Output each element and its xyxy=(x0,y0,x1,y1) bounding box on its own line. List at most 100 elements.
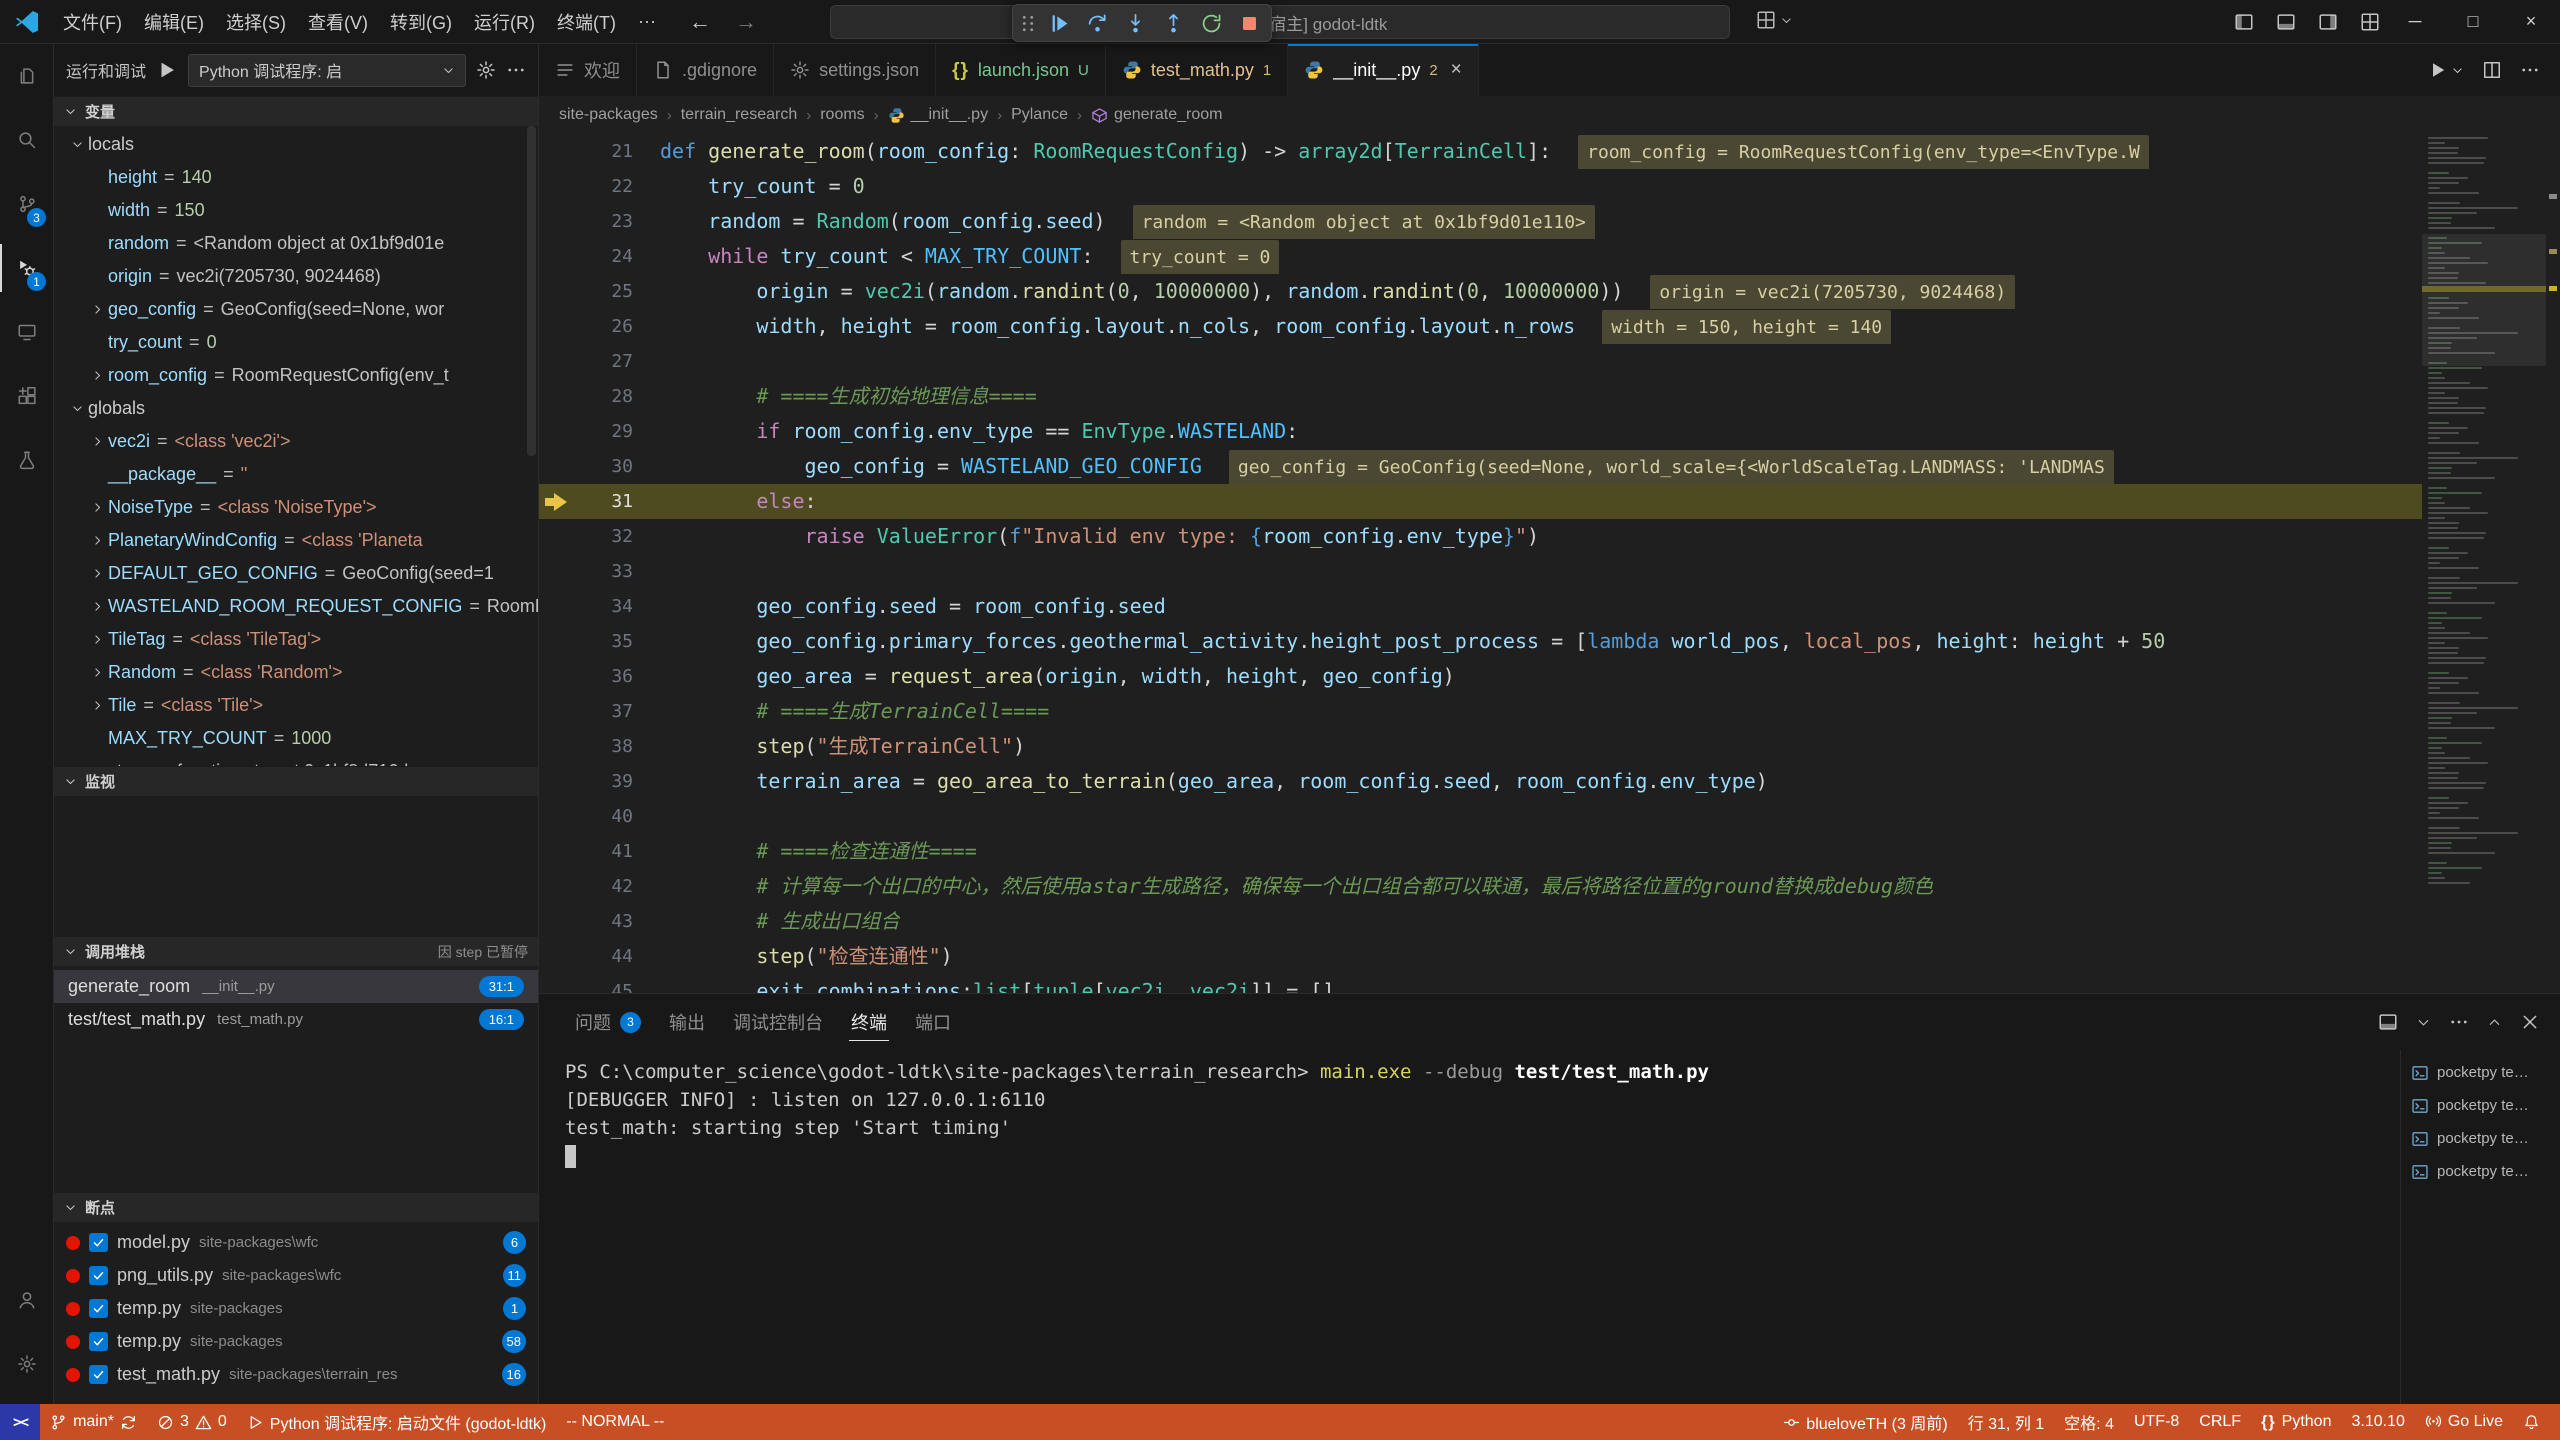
breadcrumb-item[interactable]: __init__.py xyxy=(888,106,988,124)
variable-row[interactable]: WASTELAND_ROOM_REQUEST_CONFIG=RoomR xyxy=(54,590,538,623)
menu-view[interactable]: 查看(V) xyxy=(297,0,379,43)
status-python-version[interactable]: 3.10.10 xyxy=(2341,1404,2414,1440)
multi-window-button[interactable] xyxy=(1756,10,1793,30)
tab-test-math-py[interactable]: test_math.py1 xyxy=(1106,44,1288,96)
debug-step-over-button[interactable] xyxy=(1079,7,1115,39)
callstack-section-header[interactable]: 调用堆栈 因 step 已暂停 xyxy=(54,936,538,966)
status-indentation[interactable]: 空格: 4 xyxy=(2054,1404,2124,1440)
split-editor-icon[interactable] xyxy=(2482,60,2502,80)
debug-step-into-button[interactable] xyxy=(1117,7,1153,39)
menu-more[interactable]: ··· xyxy=(627,0,667,43)
breakpoint-row[interactable]: temp.pysite-packages1 xyxy=(54,1292,538,1325)
status-go-live[interactable]: Go Live xyxy=(2415,1404,2513,1440)
breadcrumb-item[interactable]: site-packages xyxy=(559,106,658,124)
menu-goto[interactable]: 转到(G) xyxy=(379,0,463,43)
window-minimize-button[interactable]: ─ xyxy=(2386,0,2444,43)
code-line-31[interactable]: 31 else: xyxy=(539,484,2422,519)
breakpoint-row[interactable]: png_utils.pysite-packages\wfc11 xyxy=(54,1259,538,1292)
breakpoint-checkbox[interactable] xyxy=(89,1233,108,1252)
code-line-25[interactable]: 25 origin = vec2i(random.randint(0, 1000… xyxy=(539,274,2422,309)
variable-row[interactable]: Tile=<class 'Tile'> xyxy=(54,689,538,722)
variables-section-header[interactable]: 变量 xyxy=(54,96,538,126)
panel-tab-ports[interactable]: 端口 xyxy=(901,994,965,1050)
breakpoints-section-header[interactable]: 断点 xyxy=(54,1192,538,1222)
code-line-38[interactable]: 38 step("生成TerrainCell") xyxy=(539,729,2422,764)
code-line-44[interactable]: 44 step("检查连通性") xyxy=(539,939,2422,974)
minimap-slider[interactable] xyxy=(2422,234,2546,366)
panel-tab-debug-console[interactable]: 调试控制台 xyxy=(719,994,837,1050)
breakpoint-row[interactable]: test_math.pysite-packages\terrain_res16 xyxy=(54,1358,538,1391)
toggle-panel-icon[interactable] xyxy=(2276,12,2296,32)
debug-config-dropdown[interactable]: Python 调试程序: 启 xyxy=(188,54,466,87)
run-dropdown-icon[interactable] xyxy=(2451,64,2464,77)
variable-row[interactable]: MAX_TRY_COUNT=1000 xyxy=(54,722,538,755)
command-center[interactable]: [扩展开发宿主] godot-ldtk xyxy=(830,5,1730,39)
activity-explorer[interactable] xyxy=(0,44,53,108)
status-git-branch[interactable]: main* xyxy=(40,1404,147,1440)
status-cursor-position[interactable]: 行 31, 列 1 xyxy=(1958,1404,2054,1440)
terminal-instance[interactable]: pocketpy te… xyxy=(2401,1056,2560,1089)
navigate-forward-icon[interactable]: → xyxy=(735,9,757,35)
navigate-back-icon[interactable]: ← xyxy=(689,9,711,35)
run-python-file-icon[interactable] xyxy=(2428,60,2448,80)
window-maximize-button[interactable]: □ xyxy=(2444,0,2502,43)
tab-gdignore[interactable]: .gdignore xyxy=(637,44,774,96)
code-line-34[interactable]: 34 geo_config.seed = room_config.seed xyxy=(539,589,2422,624)
variable-row[interactable]: try_count=0 xyxy=(54,326,538,359)
panel-layout-icon[interactable] xyxy=(2378,1012,2398,1032)
variable-row[interactable]: origin=vec2i(7205730, 9024468) xyxy=(54,260,538,293)
code-line-41[interactable]: 41 # ====检查连通性==== xyxy=(539,834,2422,869)
variable-row[interactable]: stop=<function stop at 0x1bf8d716d xyxy=(54,755,538,766)
variables-scope-locals[interactable]: locals xyxy=(54,128,538,161)
variable-row[interactable]: geo_config=GeoConfig(seed=None, wor xyxy=(54,293,538,326)
activity-settings[interactable] xyxy=(0,1332,53,1396)
status-encoding[interactable]: UTF-8 xyxy=(2124,1404,2189,1440)
status-blame[interactable]: blueloveTH (3 周前) xyxy=(1773,1404,1957,1440)
code-line-26[interactable]: 26 width, height = room_config.layout.n_… xyxy=(539,309,2422,344)
menu-edit[interactable]: 编辑(E) xyxy=(133,0,215,43)
status-vim-mode[interactable]: -- NORMAL -- xyxy=(556,1404,674,1440)
debug-step-out-button[interactable] xyxy=(1155,7,1191,39)
terminal-instance[interactable]: pocketpy te… xyxy=(2401,1155,2560,1188)
variable-row[interactable]: TileTag=<class 'TileTag'> xyxy=(54,623,538,656)
code-line-30[interactable]: 30 geo_config = WASTELAND_GEO_CONFIGgeo_… xyxy=(539,449,2422,484)
panel-views-icon[interactable] xyxy=(2416,1015,2431,1030)
panel-maximize-icon[interactable] xyxy=(2487,1015,2502,1030)
code-line-45[interactable]: 45 exit_combinations:list[tuple[vec2i, v… xyxy=(539,974,2422,993)
debug-settings-gear-icon[interactable] xyxy=(476,60,496,80)
activity-remote-explorer[interactable] xyxy=(0,300,53,364)
breakpoint-checkbox[interactable] xyxy=(89,1266,108,1285)
toggle-primary-sidebar-icon[interactable] xyxy=(2234,12,2254,32)
status-debug-config[interactable]: Python 调试程序: 启动文件 (godot-ldtk) xyxy=(237,1404,557,1440)
code-editor[interactable]: 21def generate_room(room_config: RoomReq… xyxy=(539,134,2560,993)
variable-row[interactable]: vec2i=<class 'vec2i'> xyxy=(54,425,538,458)
activity-source-control[interactable]: 3 xyxy=(0,172,53,236)
breadcrumb-item[interactable]: Pylance xyxy=(1011,106,1068,124)
breakpoint-row[interactable]: model.pysite-packages\wfc6 xyxy=(54,1226,538,1259)
breadcrumb-item[interactable]: terrain_research xyxy=(681,106,798,124)
breadcrumb-item[interactable]: rooms xyxy=(820,106,864,124)
code-line-24[interactable]: 24 while try_count < MAX_TRY_COUNT:try_c… xyxy=(539,239,2422,274)
variables-scope-globals[interactable]: globals xyxy=(54,392,538,425)
sidebar-scrollbar[interactable] xyxy=(527,126,536,456)
panel-tab-terminal[interactable]: 终端 xyxy=(837,994,901,1050)
activity-accounts[interactable] xyxy=(0,1268,53,1332)
panel-close-icon[interactable] xyxy=(2520,1012,2540,1032)
panel-tab-problems[interactable]: 问题3 xyxy=(561,994,655,1050)
code-line-39[interactable]: 39 terrain_area = geo_area_to_terrain(ge… xyxy=(539,764,2422,799)
menu-run[interactable]: 运行(R) xyxy=(463,0,546,43)
customize-layout-icon[interactable] xyxy=(2360,12,2380,32)
terminal-output[interactable]: PS C:\computer_science\godot-ldtk\site-p… xyxy=(539,1050,2400,1404)
debug-continue-button[interactable] xyxy=(1041,7,1077,39)
code-line-35[interactable]: 35 geo_config.primary_forces.geothermal_… xyxy=(539,624,2422,659)
code-line-33[interactable]: 33 xyxy=(539,554,2422,589)
remote-indicator[interactable]: >< xyxy=(0,1404,40,1440)
activity-run-and-debug[interactable]: 1 xyxy=(0,236,53,300)
variable-row[interactable]: width=150 xyxy=(54,194,538,227)
tab-welcome[interactable]: 欢迎 xyxy=(539,44,637,96)
close-tab-icon[interactable]: × xyxy=(1451,59,1462,81)
code-line-22[interactable]: 22 try_count = 0 xyxy=(539,169,2422,204)
tab-settings-json[interactable]: settings.json xyxy=(774,44,936,96)
code-line-36[interactable]: 36 geo_area = request_area(origin, width… xyxy=(539,659,2422,694)
breakpoint-checkbox[interactable] xyxy=(89,1365,108,1384)
